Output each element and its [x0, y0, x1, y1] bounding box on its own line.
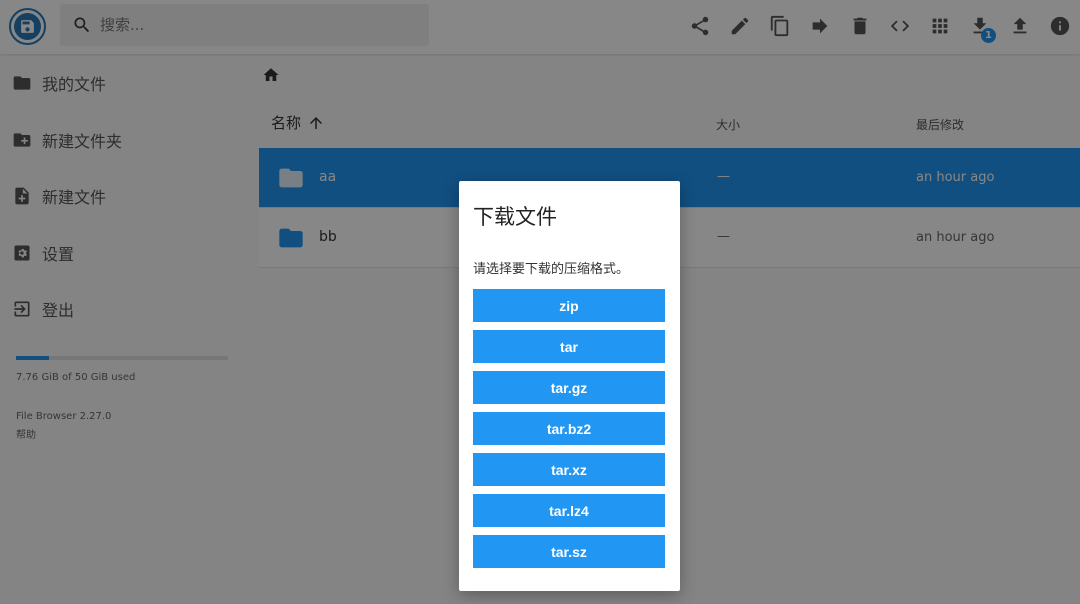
format-tar-sz-button[interactable]: tar.sz: [473, 535, 665, 568]
format-tar-lz4-button[interactable]: tar.lz4: [473, 494, 665, 527]
format-tar-button[interactable]: tar: [473, 330, 665, 363]
format-zip-button[interactable]: zip: [473, 289, 665, 322]
format-tar-xz-button[interactable]: tar.xz: [473, 453, 665, 486]
format-tar-gz-button[interactable]: tar.gz: [473, 371, 665, 404]
format-tar-bz2-button[interactable]: tar.bz2: [473, 412, 665, 445]
download-dialog: 下载文件 请选择要下载的压缩格式。 zip tar tar.gz tar.bz2…: [459, 181, 680, 591]
dialog-message: 请选择要下载的压缩格式。: [473, 262, 630, 277]
dialog-title: 下载文件: [473, 205, 557, 229]
